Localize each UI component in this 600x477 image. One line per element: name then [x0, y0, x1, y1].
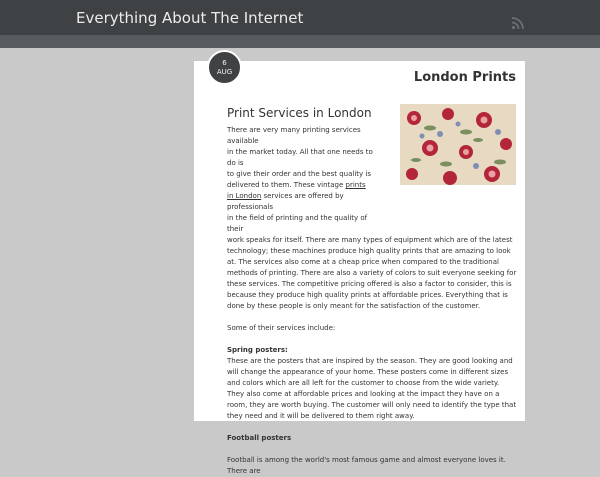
entry-text: in the field of printing and the quality…	[227, 214, 368, 233]
post-date-month: AUG	[216, 68, 233, 76]
post-date-badge: 6 AUG	[207, 50, 242, 85]
prints-in-london-link[interactable]: in London	[227, 192, 261, 200]
entry-paragraph: Some of their services include:	[227, 324, 336, 332]
post-title[interactable]: London Prints	[414, 70, 516, 85]
entry-text: There are very many printing services av…	[227, 126, 361, 145]
entry-text: to give their order and the best quality…	[227, 170, 371, 178]
entry-text: in the market today. All that one needs …	[227, 148, 373, 167]
entry-heading: Print Services in London	[227, 106, 372, 120]
entry-paragraph: These are the posters that are inspired …	[227, 357, 517, 420]
post-date-day: 6	[222, 59, 227, 67]
entry-paragraph: work speaks for itself. There are many t…	[227, 236, 517, 310]
header-strip	[0, 35, 600, 48]
rss-icon[interactable]	[511, 16, 525, 30]
prints-in-london-link[interactable]: prints	[346, 181, 366, 189]
site-title[interactable]: Everything About The Internet	[76, 9, 303, 27]
post-content: There are very many printing services av…	[227, 125, 518, 477]
spring-posters-heading: Spring posters:	[227, 346, 288, 354]
football-posters-heading: Football posters	[227, 434, 292, 442]
entry-paragraph: Football is among the world's most famou…	[227, 456, 506, 475]
entry-text: delivered to them. These vintage	[227, 181, 346, 189]
